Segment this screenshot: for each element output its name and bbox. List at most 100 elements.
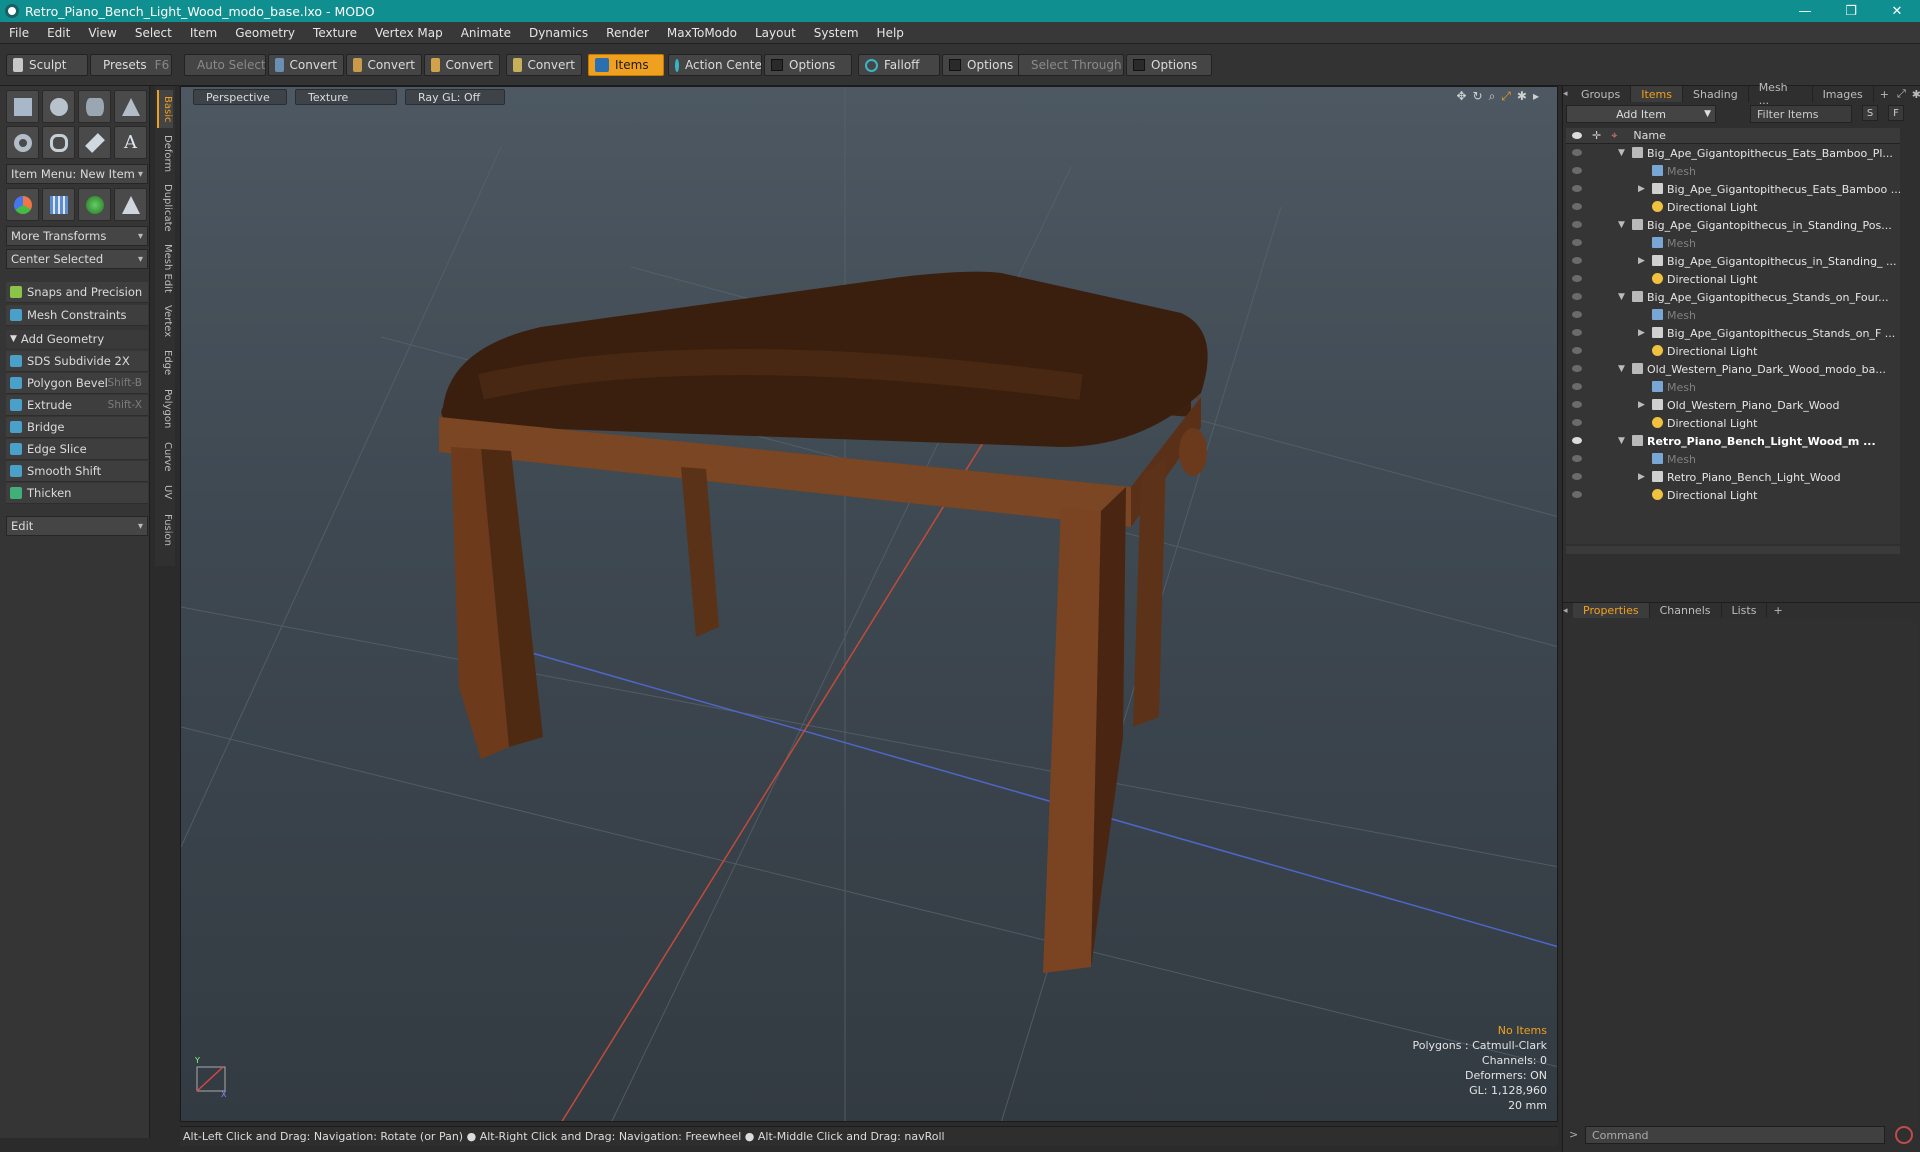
collapse-triangle-icon[interactable]: ▶ <box>1638 328 1645 338</box>
torus-tool[interactable] <box>6 126 39 159</box>
add-tab-icon[interactable]: + <box>1773 604 1782 617</box>
tool-smooth-shift[interactable]: Smooth Shift <box>6 461 148 482</box>
visibility-eye-icon[interactable] <box>1572 311 1582 318</box>
tab-properties[interactable]: Properties <box>1573 602 1650 619</box>
collapse-triangle-icon[interactable]: ▶ <box>1638 472 1645 482</box>
menu-geometry[interactable]: Geometry <box>226 26 304 40</box>
vtab-deform[interactable]: Deform <box>157 132 173 176</box>
tree-row[interactable]: Mesh <box>1566 162 1900 180</box>
vtab-fusion[interactable]: Fusion <box>157 508 173 552</box>
tree-row[interactable]: ▶ Old_Western_Piano_Dark_Wood <box>1566 396 1900 414</box>
visibility-eye-icon[interactable] <box>1572 221 1582 228</box>
rotate-view-icon[interactable]: ↻ <box>1473 89 1483 104</box>
cube-tool[interactable] <box>6 90 39 123</box>
tab-shading[interactable]: Shading <box>1683 86 1749 102</box>
more-transforms-dropdown[interactable]: More Transforms <box>6 226 148 246</box>
tab-items[interactable]: Items <box>1631 86 1683 102</box>
falloff-button[interactable]: Falloff <box>858 54 940 76</box>
close-button[interactable]: ✕ <box>1874 0 1920 22</box>
menu-vertex-map[interactable]: Vertex Map <box>366 26 452 40</box>
visibility-eye-icon[interactable] <box>1572 257 1582 264</box>
play-icon[interactable]: ▸ <box>1533 89 1539 104</box>
menu-layout[interactable]: Layout <box>746 26 805 40</box>
visibility-eye-icon[interactable] <box>1572 329 1582 336</box>
expand-triangle-icon[interactable]: ▼ <box>1618 148 1625 158</box>
tree-row[interactable]: ▼ Old_Western_Piano_Dark_Wood_modo_ba... <box>1566 360 1900 378</box>
snaps-precision-button[interactable]: Snaps and Precision <box>6 282 148 303</box>
filter-items-input[interactable]: Filter Items <box>1750 105 1852 123</box>
tree-row[interactable]: ▼ Big_Ape_Gigantopithecus_Eats_Bamboo_Pl.… <box>1566 144 1900 162</box>
expand-triangle-icon[interactable]: ▼ <box>1618 436 1625 446</box>
tree-row[interactable]: ▼ Retro_Piano_Bench_Light_Wood_m ... <box>1566 432 1900 450</box>
tree-row[interactable]: ▶ Big_Ape_Gigantopithecus_Stands_on_F ... <box>1566 324 1900 342</box>
tree-row[interactable]: Mesh <box>1566 234 1900 252</box>
visibility-eye-icon[interactable] <box>1572 275 1582 282</box>
gear-icon[interactable]: ✱ <box>1517 89 1527 104</box>
item-menu-dropdown[interactable]: Item Menu: New Item <box>6 164 148 184</box>
visibility-eye-icon[interactable] <box>1572 167 1582 174</box>
tab-channels[interactable]: Channels <box>1650 602 1722 619</box>
f-toggle[interactable]: F <box>1888 105 1904 121</box>
tool-edge-slice[interactable]: Edge Slice <box>6 439 148 460</box>
minimize-button[interactable]: — <box>1782 0 1828 22</box>
edit-dropdown[interactable]: Edit <box>6 516 148 536</box>
menu-maxtomodo[interactable]: MaxToModo <box>658 26 746 40</box>
zoom-view-icon[interactable]: ⌕ <box>1489 89 1496 104</box>
visibility-eye-icon[interactable] <box>1572 149 1582 156</box>
convert-button-3[interactable]: Convert <box>424 54 500 76</box>
visibility-eye-icon[interactable] <box>1572 293 1582 300</box>
pyramid-tool[interactable] <box>114 188 147 221</box>
menu-texture[interactable]: Texture <box>304 26 366 40</box>
convert-button-1[interactable]: Convert <box>268 54 344 76</box>
visibility-eye-icon[interactable] <box>1572 473 1582 480</box>
name-column-header[interactable]: Name <box>1633 129 1665 142</box>
visibility-eye-icon[interactable] <box>1572 365 1582 372</box>
sphere-tool[interactable] <box>42 90 75 123</box>
gear-icon[interactable]: ✱ <box>1912 88 1920 101</box>
menu-file[interactable]: File <box>0 26 38 40</box>
visibility-eye-icon[interactable] <box>1572 455 1582 462</box>
tree-row[interactable]: ▶ Big_Ape_Gigantopithecus_Eats_Bamboo ... <box>1566 180 1900 198</box>
visibility-eye-icon[interactable] <box>1572 185 1582 192</box>
vtab-polygon[interactable]: Polygon <box>157 384 173 434</box>
tool-polygon-bevel[interactable]: Polygon Bevel Shift-B <box>6 373 148 394</box>
pen-tool[interactable] <box>78 126 111 159</box>
visibility-column-icon[interactable] <box>1572 132 1582 139</box>
tree-row[interactable]: ▶ Big_Ape_Gigantopithecus_in_Standing_ ..… <box>1566 252 1900 270</box>
options-button-3[interactable]: Options <box>1126 54 1212 76</box>
menu-dynamics[interactable]: Dynamics <box>520 26 597 40</box>
expand-triangle-icon[interactable]: ▼ <box>1618 220 1625 230</box>
panel-menu-icon[interactable]: ◂ <box>1563 89 1571 99</box>
visibility-eye-icon[interactable] <box>1572 347 1582 354</box>
visibility-eye-icon[interactable] <box>1572 203 1582 210</box>
globe-tool[interactable] <box>78 188 111 221</box>
menu-edit[interactable]: Edit <box>38 26 79 40</box>
tool-bridge[interactable]: Bridge <box>6 417 148 438</box>
record-button[interactable] <box>1895 1126 1913 1144</box>
visibility-eye-icon[interactable] <box>1572 383 1582 390</box>
menu-help[interactable]: Help <box>868 26 913 40</box>
perspective-button[interactable]: Perspective <box>193 89 287 105</box>
add-item-dropdown[interactable]: Add Item ▼ <box>1566 105 1716 123</box>
tree-row[interactable]: ▼ Big_Ape_Gigantopithecus_Stands_on_Four.… <box>1566 288 1900 306</box>
add-tab-icon[interactable]: + <box>1880 88 1889 101</box>
visibility-eye-icon[interactable] <box>1572 401 1582 408</box>
command-input[interactable]: Command <box>1585 1126 1885 1144</box>
transform-tool[interactable] <box>6 188 39 221</box>
tab-lists[interactable]: Lists <box>1722 602 1768 619</box>
action-center-button[interactable]: Action Center <box>668 54 762 76</box>
grid-tool[interactable] <box>42 188 75 221</box>
menu-animate[interactable]: Animate <box>452 26 520 40</box>
center-selected-dropdown[interactable]: Center Selected <box>6 249 148 269</box>
tree-row[interactable]: Directional Light <box>1566 270 1900 288</box>
tool-thicken[interactable]: Thicken <box>6 483 148 504</box>
fit-view-icon[interactable]: ⤢ <box>1501 89 1511 104</box>
cylinder-tool[interactable] <box>78 90 111 123</box>
visibility-eye-icon[interactable] <box>1572 239 1582 246</box>
vtab-vertex[interactable]: Vertex <box>157 300 173 342</box>
render-column-icon[interactable]: ⌖ <box>1611 129 1617 143</box>
vtab-uv[interactable]: UV <box>157 480 173 504</box>
tree-row[interactable]: Directional Light <box>1566 342 1900 360</box>
tree-row[interactable]: Mesh <box>1566 450 1900 468</box>
tree-row[interactable]: ▼ Big_Ape_Gigantopithecus_in_Standing_Pos… <box>1566 216 1900 234</box>
